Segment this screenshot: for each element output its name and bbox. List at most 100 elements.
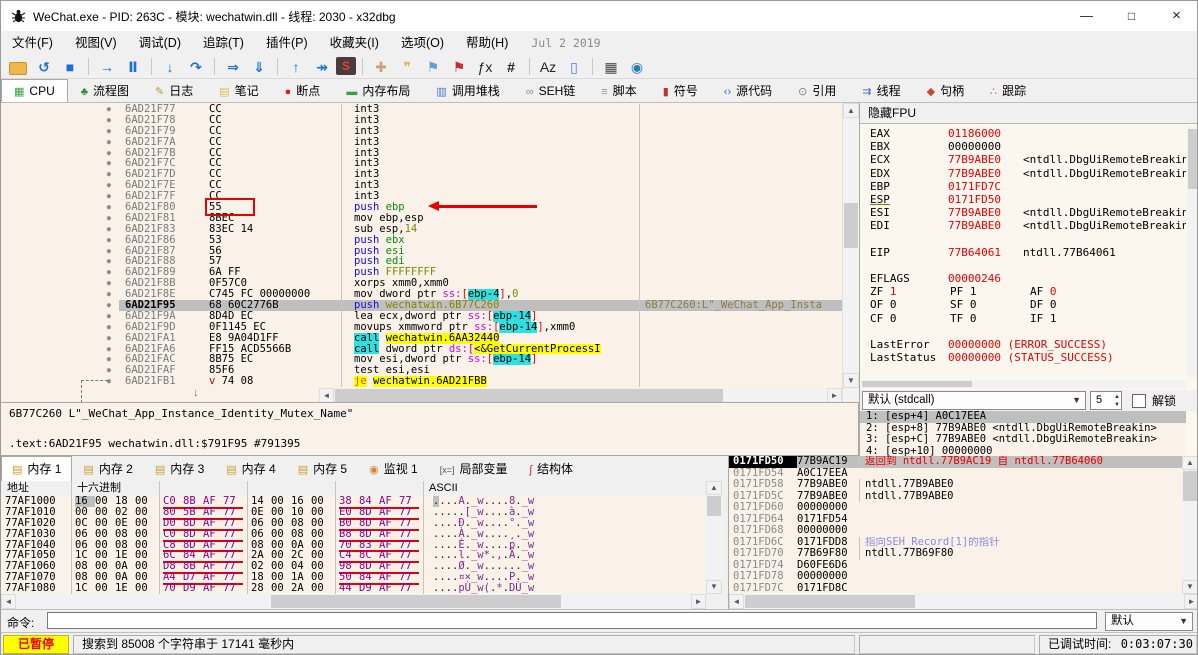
scroll-down-button[interactable]: ▼ [706, 580, 722, 594]
disassembly-hscrollbar[interactable]: ◄ ► [319, 388, 842, 403]
breakpoint-dot-icon[interactable]: ● [1, 322, 119, 333]
registers-hscrollbar[interactable] [862, 380, 1186, 388]
breakpoint-dot-icon[interactable]: ● [1, 158, 119, 169]
disasm-row[interactable]: ● 6AD21F86 53 push ebx [1, 234, 842, 246]
breakpoint-dot-icon[interactable]: ● [1, 126, 119, 137]
byte-cell[interactable]: D9 [359, 583, 379, 594]
tab-notes[interactable]: ▤ 笔记 [206, 79, 271, 102]
disasm-row[interactable]: ● 6AD21F9A 8D4D EC lea ecx,dword ptr ss:[eb… [1, 310, 842, 322]
register-row[interactable]: EBP 0171FD7C [860, 180, 1186, 193]
disasm-row[interactable]: ● 6AD21F87 56 push esi [1, 245, 842, 257]
disasm-row[interactable]: ● 6AD21F7D CC int3 [1, 169, 842, 181]
register-row[interactable] [860, 259, 1186, 272]
run-to-user-code-icon[interactable]: ↠ [310, 56, 334, 78]
tab-handles[interactable]: ◆ 句柄 [914, 79, 977, 102]
register-row[interactable]: LastStatus 00000000 (STATUS_SUCCESS) [860, 351, 1186, 364]
disasm-row[interactable]: ● 6AD21F79 CC int3 [1, 125, 842, 137]
tab-source[interactable]: ‹› 源代码 [711, 79, 785, 102]
pause-icon[interactable]: Ⅱ [121, 56, 145, 78]
menu-item-plugins[interactable]: 插件(P) [255, 31, 319, 55]
scroll-thumb[interactable] [707, 496, 721, 516]
tab-call-stack[interactable]: ▥ 调用堆栈 [423, 79, 512, 102]
register-row[interactable] [860, 233, 1186, 246]
disasm-row[interactable]: ● 6AD21F8E C745 FC 00000000 mov dword ptr s… [1, 289, 842, 301]
disasm-row[interactable]: ● 6AD21FA6 FF15 ACD5566B call dword ptr ds:… [1, 343, 842, 355]
breakpoint-dot-icon[interactable]: ● [1, 224, 119, 235]
disasm-row[interactable]: ● 6AD21FB1 v 74 08 je wechatwin.6AD21FBB [1, 376, 842, 388]
stack-hscrollbar[interactable]: ◄ ► [729, 594, 1197, 609]
step-up-icon[interactable]: ↑ [284, 56, 308, 78]
memory-dump-pane[interactable]: ▤ 内存 1 ▤ 内存 2 ▤ 内存 3 ▤ 内存 4 ▤ 内存 5 ◉ 监视 1 [x=] 局部变量 ʃ 结… [1, 456, 723, 609]
registers-vscrollbar[interactable] [1187, 127, 1197, 377]
execute-till-return-icon[interactable]: ⇒ [221, 56, 245, 78]
tab-references[interactable]: ⊙ 引用 [785, 79, 849, 102]
stack-row[interactable]: 0171FD60 00000000 [729, 501, 1182, 514]
register-row[interactable] [860, 325, 1186, 338]
byte-cell[interactable]: C0 [163, 528, 183, 540]
run-icon[interactable]: → [95, 56, 119, 78]
disasm-row[interactable]: ● 6AD21F81 8BEC mov ebp,esp [1, 212, 842, 224]
breakpoint-dot-icon[interactable]: ● [1, 191, 119, 202]
disasm-row[interactable]: ● 6AD21F80 55 push ebp [1, 202, 842, 213]
breakpoint-dot-icon[interactable]: ● [1, 267, 119, 278]
scroll-down-button[interactable]: ▼ [1182, 580, 1197, 594]
byte-cell[interactable]: AF [203, 583, 223, 594]
byte-cell[interactable]: 8D [183, 528, 203, 540]
byte-cell[interactable]: 00 [311, 528, 331, 540]
tab-dump-1[interactable]: ▤ 内存 1 [1, 456, 73, 481]
breakpoint-dot-icon[interactable]: ● [1, 148, 119, 159]
scroll-right-button[interactable]: ► [827, 388, 842, 403]
byte-cell[interactable]: 77 [399, 528, 419, 540]
tab-symbols[interactable]: ▮ 符号 [650, 79, 711, 102]
calling-convention-select[interactable]: 默认 (stdcall) ▼ [862, 391, 1086, 410]
byte-cell[interactable]: 00 [135, 528, 155, 540]
scroll-thumb[interactable] [745, 595, 915, 608]
scroll-right-button[interactable]: ► [1184, 594, 1197, 609]
disasm-row[interactable]: ● 6AD21FAF 85F6 test esi,esi [1, 365, 842, 377]
function-icon[interactable]: ƒx [473, 56, 497, 78]
breakpoint-dot-icon[interactable]: ● [1, 300, 119, 311]
breakpoint-dot-icon[interactable]: ● [1, 202, 119, 213]
dump-row[interactable]: 77AF1030 06 00 08 00 C0 8D AF 77 06 00 08 00 B8 8D AF 77… [1, 528, 706, 542]
byte-cell[interactable]: 00 [311, 583, 331, 594]
breakpoint-dot-icon[interactable]: ● [1, 213, 119, 224]
register-row[interactable]: EDI 77B9ABE0 <ntdll.DbgUiRemoteBreakin> [860, 219, 1186, 232]
byte-cell[interactable]: 00 [271, 528, 291, 540]
command-mode-select[interactable]: 默认 ▼ [1105, 612, 1193, 631]
tab-memory-map[interactable]: ▬ 内存布局 [333, 79, 423, 102]
text-encoding-icon[interactable]: Az [536, 56, 560, 78]
scroll-left-button[interactable]: ◄ [729, 594, 744, 609]
byte-cell[interactable]: 00 [95, 528, 115, 540]
tab-cpu[interactable]: ▦ CPU [1, 79, 68, 102]
maximize-button[interactable]: □ [1109, 1, 1154, 31]
byte-cell[interactable]: 06 [75, 528, 95, 540]
disasm-row[interactable]: ● 6AD21F78 CC int3 [1, 114, 842, 126]
spinner-down-icon[interactable]: ▼ [1114, 401, 1120, 409]
animate-icon[interactable]: S [336, 57, 356, 75]
disasm-row[interactable]: ● 6AD21F7A CC int3 [1, 136, 842, 148]
stack-row[interactable]: 0171FD78 00000000 [729, 570, 1182, 583]
register-row[interactable]: EFLAGS 00000246 [860, 272, 1186, 285]
dump-row[interactable]: 77AF1080 1C 00 1E 00 70 D9 AF 77 28 00 2A 00 44 D9 AF 77… [1, 583, 706, 594]
tab-seh-chain[interactable]: ∞ SEH链 [513, 79, 589, 102]
scroll-left-button[interactable]: ◄ [1, 594, 16, 609]
globe-icon[interactable]: ◉ [625, 56, 649, 78]
minimize-button[interactable]: — [1064, 1, 1109, 31]
register-row[interactable]: ECX 77B9ABE0 <ntdll.DbgUiRemoteBreakin> [860, 153, 1186, 166]
dump-vscrollbar[interactable]: ▲ ▼ [706, 481, 723, 594]
byte-cell[interactable]: 2A [291, 583, 311, 594]
scroll-thumb[interactable] [335, 389, 723, 402]
breakpoint-dot-icon[interactable]: ● [1, 180, 119, 191]
disasm-row[interactable]: ● 6AD21F89 6A FF push FFFFFFFF [1, 267, 842, 279]
step-into-icon[interactable]: ↓ [158, 56, 182, 78]
breakpoint-dot-icon[interactable]: ● [1, 137, 119, 148]
stop-icon[interactable]: ■ [58, 56, 82, 78]
hash-icon[interactable]: # [499, 56, 523, 78]
scroll-thumb[interactable] [1183, 471, 1197, 501]
argument-depth-spinner[interactable]: 5 ▲ ▼ [1090, 391, 1122, 410]
breakpoint-dot-icon[interactable]: ● [1, 333, 119, 344]
scroll-up-button[interactable]: ▲ [843, 103, 859, 118]
breakpoint-dot-icon[interactable]: ● [1, 311, 119, 322]
comment-icon[interactable]: ❞ [395, 56, 419, 78]
breakpoint-dot-icon[interactable]: ● [1, 278, 119, 289]
